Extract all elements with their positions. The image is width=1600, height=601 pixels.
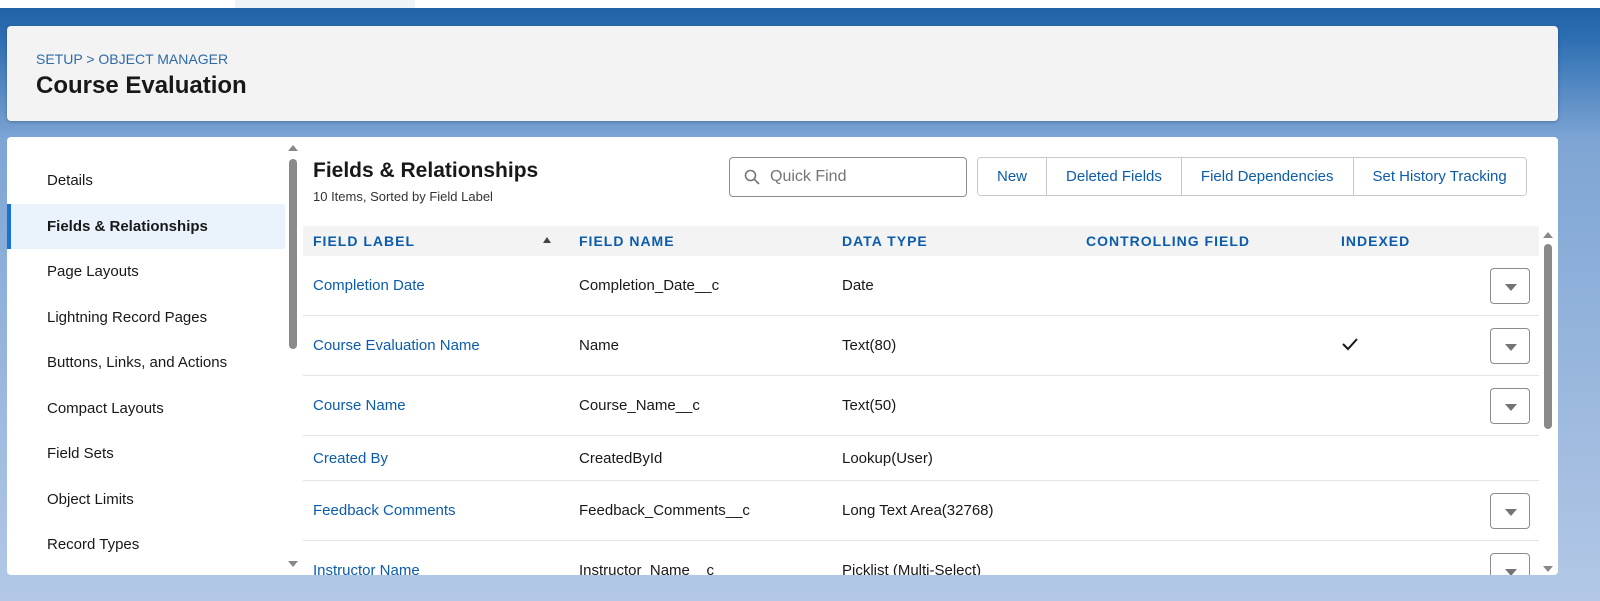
quick-find-input[interactable]: Quick Find bbox=[729, 157, 967, 197]
breadcrumb-object-manager[interactable]: OBJECT MANAGER bbox=[98, 51, 228, 67]
arrow-up-icon[interactable] bbox=[543, 237, 551, 243]
fields-table: FIELD LABEL FIELD NAME DATA TYPE CONTROL… bbox=[303, 226, 1539, 575]
data-type: Text(80) bbox=[842, 337, 897, 354]
data-type: Long Text Area(32768) bbox=[842, 502, 994, 519]
breadcrumb: SETUP > OBJECT MANAGER bbox=[36, 51, 229, 67]
panel-title: Fields & Relationships bbox=[313, 159, 539, 182]
check-icon bbox=[1341, 337, 1359, 355]
field-label-link[interactable]: Completion Date bbox=[313, 277, 425, 294]
column-field-label[interactable]: FIELD LABEL bbox=[313, 233, 415, 249]
button-group: New Deleted Fields Field Dependencies Se… bbox=[977, 157, 1527, 196]
field-name: Course_Name__c bbox=[579, 397, 700, 414]
column-field-name[interactable]: FIELD NAME bbox=[579, 233, 675, 249]
field-label-link[interactable]: Course Name bbox=[313, 397, 406, 414]
field-label-link[interactable]: Course Evaluation Name bbox=[313, 337, 480, 354]
table-row: Feedback Comments Feedback_Comments__c Lon… bbox=[303, 481, 1539, 541]
field-label-link[interactable]: Instructor Name bbox=[313, 562, 420, 575]
sidebar-item-lightning-record-pages[interactable]: Lightning Record Pages bbox=[7, 295, 285, 340]
new-button[interactable]: New bbox=[978, 158, 1047, 195]
row-actions-dropdown[interactable] bbox=[1490, 553, 1530, 575]
column-indexed[interactable]: INDEXED bbox=[1341, 233, 1410, 249]
field-name: Feedback_Comments__c bbox=[579, 502, 750, 519]
breadcrumb-setup[interactable]: SETUP bbox=[36, 51, 82, 67]
search-icon bbox=[744, 169, 760, 185]
row-actions-dropdown[interactable] bbox=[1490, 388, 1530, 424]
row-actions-dropdown[interactable] bbox=[1490, 328, 1530, 364]
sidebar-item-buttons-links-and-actions[interactable]: Buttons, Links, and Actions bbox=[7, 340, 285, 385]
sidebar-item-record-types[interactable]: Record Types bbox=[7, 522, 285, 567]
sidebar-item-compact-layouts[interactable]: Compact Layouts bbox=[7, 386, 285, 431]
field-name: Name bbox=[579, 337, 620, 354]
sidebar-scrollbar[interactable] bbox=[286, 137, 300, 575]
main-card: Details Fields & Relationships Page Layout… bbox=[7, 137, 1558, 575]
panel-subtitle: 10 Items, Sorted by Field Label bbox=[313, 189, 493, 204]
deleted-fields-button[interactable]: Deleted Fields bbox=[1046, 158, 1181, 195]
sidebar-item-object-limits[interactable]: Object Limits bbox=[7, 477, 285, 522]
browser-strip bbox=[0, 0, 1600, 8]
page-header: SETUP > OBJECT MANAGER Course Evaluation bbox=[7, 26, 1558, 121]
sidebar-item-details[interactable]: Details bbox=[7, 158, 285, 203]
sidebar-item-fields-relationships[interactable]: Fields & Relationships bbox=[7, 203, 285, 249]
table-row: Course Evaluation Name Name Text(80) bbox=[303, 316, 1539, 376]
sidebar-item-page-layouts[interactable]: Page Layouts bbox=[7, 249, 285, 294]
data-type: Date bbox=[842, 277, 874, 294]
table-row: Created By CreatedById Lookup(User) bbox=[303, 436, 1539, 481]
set-history-tracking-button[interactable]: Set History Tracking bbox=[1352, 158, 1526, 195]
row-actions-dropdown[interactable] bbox=[1490, 493, 1530, 529]
sidebar-item-field-sets[interactable]: Field Sets bbox=[7, 431, 285, 476]
table-row: Instructor Name Instructor_Name__c Picklis… bbox=[303, 541, 1539, 575]
field-label-link[interactable]: Created By bbox=[313, 450, 388, 467]
data-type: Text(50) bbox=[842, 397, 897, 414]
table-row: Completion Date Completion_Date__c Date bbox=[303, 256, 1539, 316]
field-name: Completion_Date__c bbox=[579, 277, 720, 294]
table-header: FIELD LABEL FIELD NAME DATA TYPE CONTROL… bbox=[303, 226, 1539, 256]
data-type: Lookup(User) bbox=[842, 449, 933, 467]
column-data-type[interactable]: DATA TYPE bbox=[842, 233, 928, 249]
sidebar: Details Fields & Relationships Page Layout… bbox=[7, 137, 285, 575]
data-type: Picklist (Multi-Select) bbox=[842, 562, 982, 575]
table-row: Course Name Course_Name__c Text(50) bbox=[303, 376, 1539, 436]
page-title: Course Evaluation bbox=[36, 72, 247, 99]
column-controlling-field[interactable]: CONTROLLING FIELD bbox=[1086, 233, 1250, 249]
field-label-link[interactable]: Feedback Comments bbox=[313, 502, 456, 519]
field-dependencies-button[interactable]: Field Dependencies bbox=[1180, 158, 1353, 195]
field-name: Instructor_Name__c bbox=[579, 562, 715, 575]
field-name: CreatedById bbox=[579, 449, 663, 467]
row-actions-dropdown[interactable] bbox=[1490, 268, 1530, 304]
table-scrollbar[interactable] bbox=[1540, 226, 1556, 575]
